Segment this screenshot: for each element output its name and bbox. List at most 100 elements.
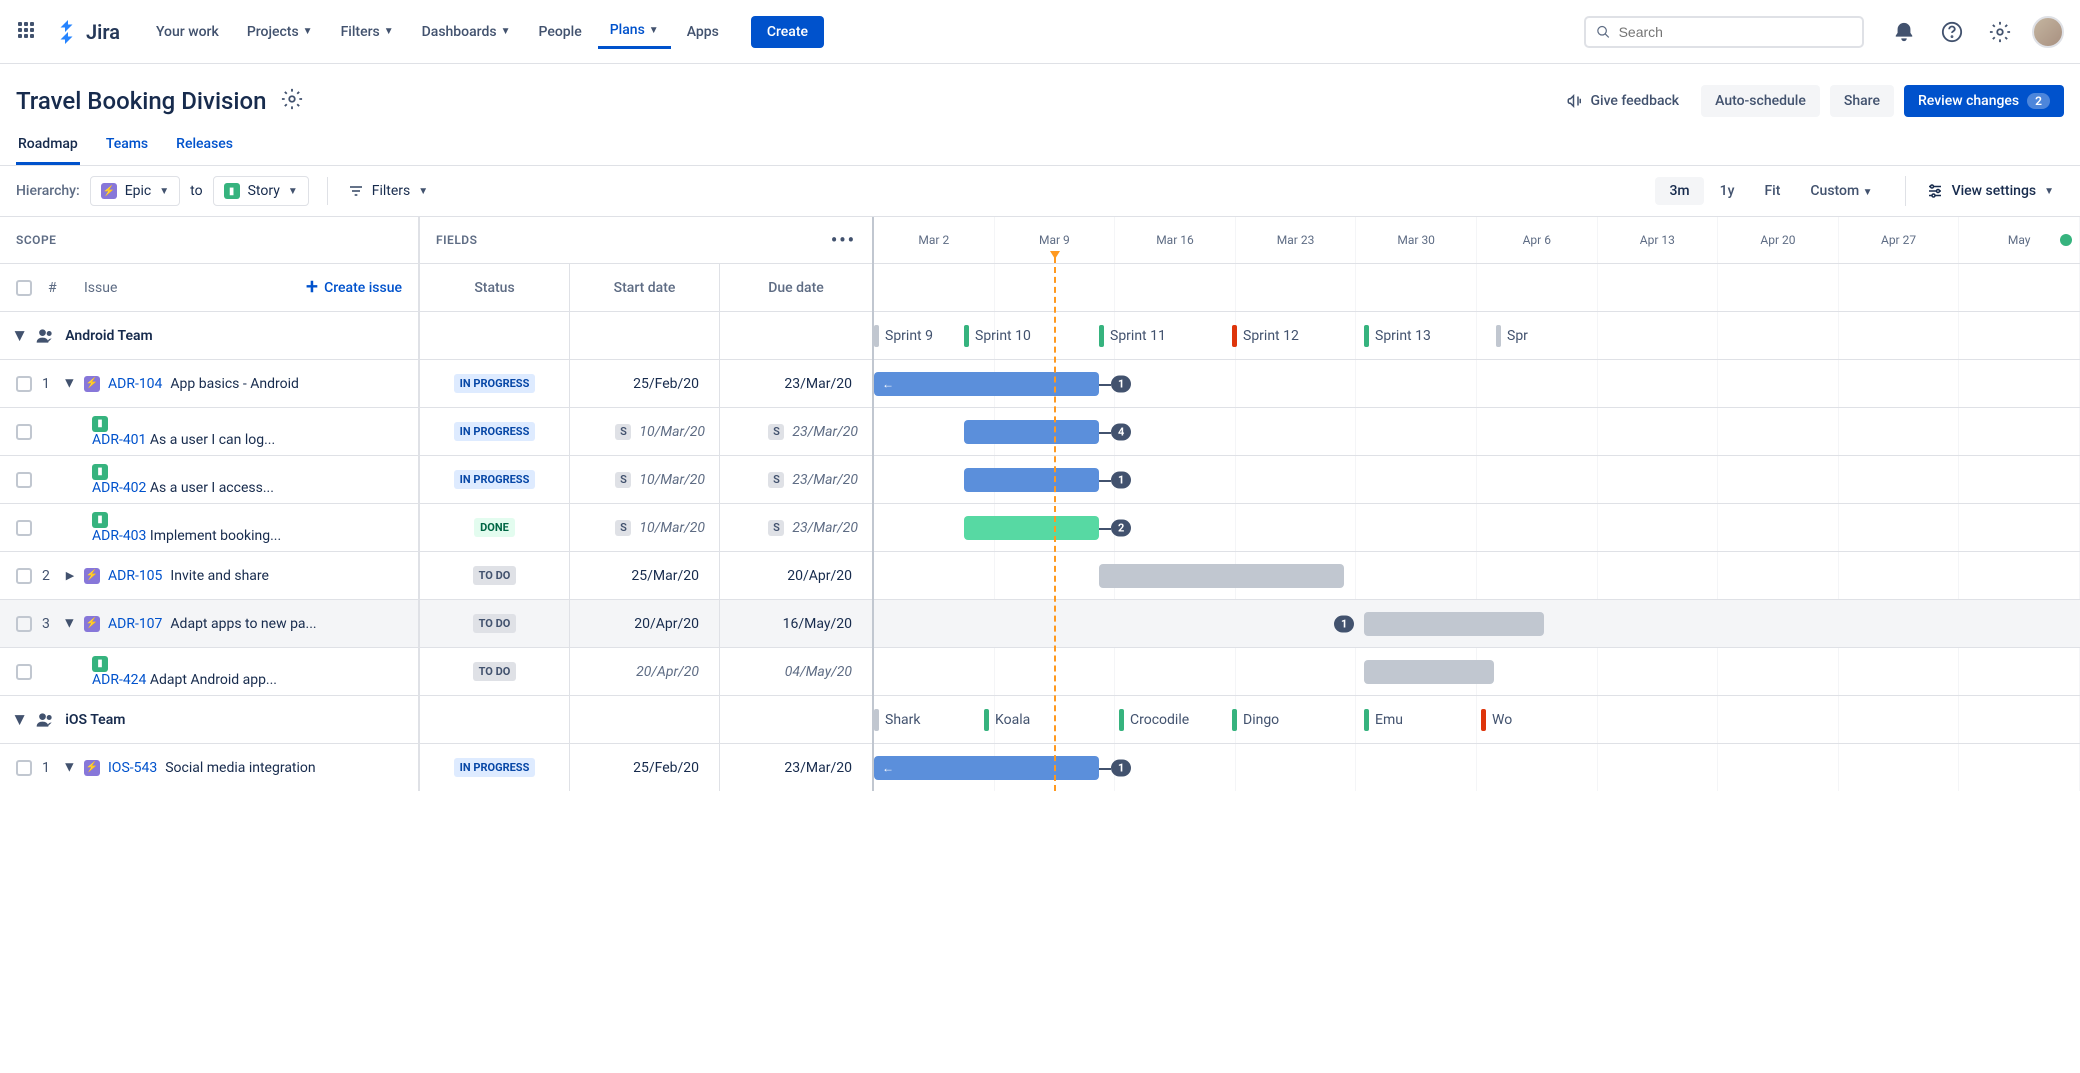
dependency-count[interactable]: 1 [1111, 471, 1131, 488]
dependency-count[interactable]: 1 [1111, 375, 1131, 392]
team-row[interactable]: ▶ iOS Team [0, 695, 418, 743]
sprint-label[interactable]: Dingo [1232, 709, 1279, 731]
sprint-label[interactable]: Sprint 10 [964, 325, 1031, 347]
tab-teams[interactable]: Teams [104, 126, 150, 165]
select-all-checkbox[interactable] [16, 280, 32, 296]
sprint-label[interactable]: Emu [1364, 709, 1403, 731]
due-date-cell[interactable]: S23/Mar/20 [720, 504, 872, 551]
start-date-cell[interactable]: S10/Mar/20 [570, 456, 720, 503]
auto-schedule-button[interactable]: Auto-schedule [1701, 85, 1820, 117]
due-date-cell[interactable]: 04/May/20 [720, 648, 872, 695]
zoom-1y[interactable]: 1y [1706, 177, 1749, 205]
gantt-bar[interactable] [964, 420, 1099, 444]
gantt-bar[interactable]: ← [874, 756, 1099, 780]
more-icon[interactable]: ••• [831, 230, 856, 251]
row-checkbox[interactable] [16, 760, 32, 776]
sprint-label[interactable]: Spr [1496, 325, 1528, 347]
issue-key[interactable]: ADR-403 [92, 528, 146, 544]
due-date-cell[interactable]: 23/Mar/20 [720, 360, 872, 407]
zoom-fit[interactable]: Fit [1750, 177, 1794, 205]
dependency-count[interactable]: 2 [1111, 519, 1131, 536]
hierarchy-to-select[interactable]: ▮ Story ▼ [213, 176, 309, 206]
start-date-cell[interactable]: 20/Apr/20 [570, 600, 720, 647]
due-date-cell[interactable]: 20/Apr/20 [720, 552, 872, 599]
nav-link-your-work[interactable]: Your work [144, 14, 231, 49]
zoom-custom[interactable]: Custom ▼ [1796, 177, 1886, 205]
start-date-cell[interactable]: 25/Feb/20 [570, 360, 720, 407]
filters-button[interactable]: Filters ▼ [327, 177, 438, 205]
gantt-bar[interactable] [1364, 660, 1494, 684]
release-marker[interactable] [2060, 234, 2072, 246]
sprint-label[interactable]: Sprint 13 [1364, 325, 1431, 347]
row-checkbox[interactable] [16, 568, 32, 584]
tab-releases[interactable]: Releases [174, 126, 235, 165]
row-checkbox[interactable] [16, 376, 32, 392]
sprint-label[interactable]: Shark [874, 709, 920, 731]
dependency-count[interactable]: 4 [1111, 423, 1131, 440]
issue-key[interactable]: ADR-107 [108, 616, 162, 632]
status-badge[interactable]: IN PROGRESS [454, 758, 536, 777]
issue-key[interactable]: IOS-543 [108, 760, 157, 776]
search-input[interactable] [1619, 24, 1852, 40]
expand-icon[interactable]: ▶ [64, 569, 76, 582]
sprint-label[interactable]: Sprint 11 [1099, 325, 1166, 347]
collapse-icon[interactable]: ▶ [64, 378, 77, 390]
zoom-3m[interactable]: 3m [1655, 177, 1703, 205]
give-feedback-button[interactable]: Give feedback [1554, 84, 1691, 118]
hierarchy-from-select[interactable]: ⚡ Epic ▼ [90, 176, 180, 206]
issue-key[interactable]: ADR-104 [108, 376, 162, 392]
start-date-cell[interactable]: 25/Feb/20 [570, 744, 720, 791]
view-settings-button[interactable]: View settings ▼ [1905, 176, 2064, 206]
issue-key[interactable]: ADR-402 [92, 480, 146, 496]
row-checkbox[interactable] [16, 616, 32, 632]
help-icon[interactable] [1936, 16, 1968, 48]
start-date-cell[interactable]: 20/Apr/20 [570, 648, 720, 695]
sprint-label[interactable]: Koala [984, 709, 1030, 731]
gantt-bar[interactable] [964, 468, 1099, 492]
due-date-cell[interactable]: 23/Mar/20 [720, 744, 872, 791]
create-issue-button[interactable]: + Create issue [306, 277, 402, 299]
create-button[interactable]: Create [751, 16, 824, 48]
gantt-bar[interactable] [1099, 564, 1344, 588]
expand-icon[interactable]: ▶ [14, 331, 28, 340]
tab-roadmap[interactable]: Roadmap [16, 126, 80, 165]
status-badge[interactable]: DONE [474, 518, 515, 537]
sprint-label[interactable]: Crocodile [1119, 709, 1189, 731]
start-date-cell[interactable]: S10/Mar/20 [570, 408, 720, 455]
nav-link-projects[interactable]: Projects▼ [235, 14, 325, 49]
nav-link-plans[interactable]: Plans▼ [598, 14, 671, 49]
jira-logo[interactable]: Jira [56, 20, 120, 44]
issue-key[interactable]: ADR-401 [92, 432, 146, 448]
sprint-label[interactable]: Sprint 9 [874, 325, 933, 347]
nav-link-filters[interactable]: Filters▼ [329, 14, 406, 49]
status-badge[interactable]: IN PROGRESS [454, 422, 536, 441]
due-date-cell[interactable]: S23/Mar/20 [720, 408, 872, 455]
gantt-bar[interactable] [964, 516, 1099, 540]
row-checkbox[interactable] [16, 424, 32, 440]
user-avatar[interactable] [2032, 16, 2064, 48]
app-switcher-icon[interactable] [16, 20, 40, 44]
due-date-cell[interactable]: S23/Mar/20 [720, 456, 872, 503]
gantt-bar[interactable] [1364, 612, 1544, 636]
status-badge[interactable]: TO DO [473, 662, 517, 681]
row-checkbox[interactable] [16, 472, 32, 488]
nav-link-people[interactable]: People [527, 14, 594, 49]
status-badge[interactable]: TO DO [473, 566, 517, 585]
sprint-label[interactable]: Wo [1481, 709, 1512, 731]
row-checkbox[interactable] [16, 520, 32, 536]
collapse-icon[interactable]: ▶ [64, 762, 77, 774]
plan-settings-icon[interactable] [281, 88, 303, 114]
nav-link-dashboards[interactable]: Dashboards▼ [410, 14, 523, 49]
sprint-label[interactable]: Sprint 12 [1232, 325, 1299, 347]
status-badge[interactable]: IN PROGRESS [454, 374, 536, 393]
dependency-count[interactable]: 1 [1111, 759, 1131, 776]
due-date-cell[interactable]: 16/May/20 [720, 600, 872, 647]
status-badge[interactable]: IN PROGRESS [454, 470, 536, 489]
notifications-icon[interactable] [1888, 16, 1920, 48]
row-checkbox[interactable] [16, 664, 32, 680]
nav-link-apps[interactable]: Apps [675, 14, 731, 49]
issue-key[interactable]: ADR-105 [108, 568, 162, 584]
issue-key[interactable]: ADR-424 [92, 672, 146, 688]
team-row[interactable]: ▶ Android Team [0, 311, 418, 359]
dependency-count[interactable]: 1 [1334, 615, 1354, 632]
